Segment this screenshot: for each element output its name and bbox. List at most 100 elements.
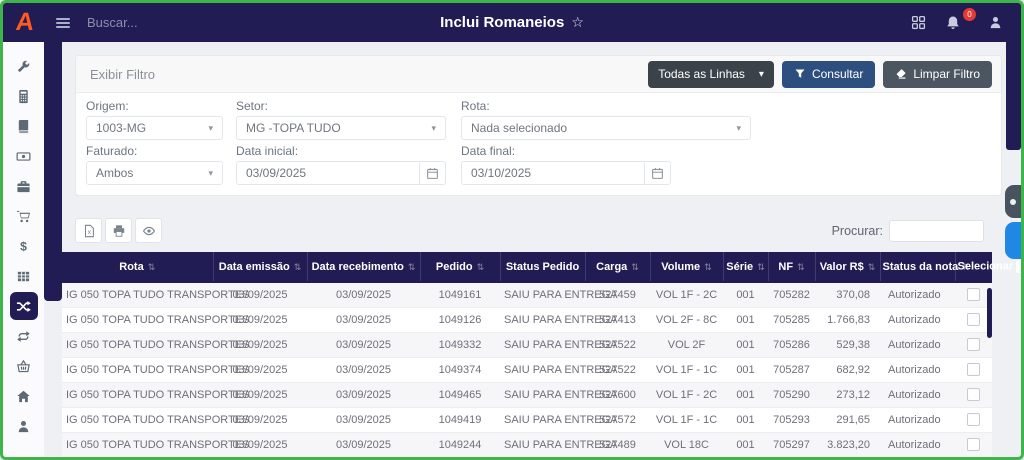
page-title: Inclui Romaneios ☆ bbox=[440, 14, 584, 31]
row-checkbox[interactable] bbox=[967, 388, 980, 401]
sort-icon[interactable]: ⇅ bbox=[148, 262, 156, 272]
apps-grid-icon[interactable] bbox=[911, 15, 926, 30]
sidebar-item-briefcase[interactable] bbox=[10, 172, 38, 200]
select-all-checkbox[interactable] bbox=[1016, 260, 1021, 273]
data-inicial-label: Data inicial: bbox=[236, 144, 446, 158]
notifications-bell-icon[interactable] bbox=[945, 15, 961, 31]
setor-select[interactable]: MG -TOPA TUDO▾ bbox=[236, 116, 446, 140]
table-icon bbox=[16, 269, 31, 284]
col-header-status-nota[interactable]: Status da nota⇅ bbox=[880, 252, 955, 282]
faturado-select[interactable]: Ambos▾ bbox=[86, 161, 223, 185]
col-header-nf[interactable]: NF⇅ bbox=[768, 252, 815, 282]
calendar-icon[interactable] bbox=[419, 162, 445, 184]
calendar-icon[interactable] bbox=[644, 162, 670, 184]
filter-panel: Exibir Filtro Todas as Linhas ▾ Consulta… bbox=[75, 55, 1002, 196]
table-row[interactable]: IG 050 TOPA TUDO TRANSPORTES 03/09/2025 … bbox=[62, 282, 992, 307]
consultar-button[interactable]: Consultar bbox=[782, 61, 875, 88]
export-buttons: x bbox=[75, 218, 162, 243]
chevron-down-icon: ▾ bbox=[208, 168, 213, 179]
chevron-down-icon: ▾ bbox=[736, 123, 741, 134]
sidebar-item-basket[interactable] bbox=[10, 352, 38, 380]
table-row[interactable]: IG 050 TOPA TUDO TRANSPORTES 03/09/2025 … bbox=[62, 407, 992, 432]
chevron-down-icon: ▾ bbox=[431, 123, 436, 134]
column-visibility-button[interactable] bbox=[135, 218, 162, 243]
table-row[interactable]: IG 050 TOPA TUDO TRANSPORTES 03/09/2025 … bbox=[62, 332, 992, 357]
sidebar-item-shuffle[interactable] bbox=[10, 292, 38, 320]
sidebar-item-repeat[interactable] bbox=[10, 322, 38, 350]
app-window: A Buscar... Inclui Romaneios ☆ 0 $ Exibi… bbox=[0, 0, 1024, 460]
wrench-icon bbox=[16, 59, 31, 74]
table-row[interactable]: IG 050 TOPA TUDO TRANSPORTES 03/09/2025 … bbox=[62, 382, 992, 407]
notification-badge: 0 bbox=[963, 8, 976, 21]
sidebar-item-home[interactable] bbox=[10, 382, 38, 410]
table-row[interactable]: IG 050 TOPA TUDO TRANSPORTES 03/09/2025 … bbox=[62, 357, 992, 382]
col-header-volume[interactable]: Volume⇅ bbox=[650, 252, 723, 282]
col-header-data-recebimento[interactable]: Data recebimento⇅ bbox=[307, 252, 420, 282]
sort-icon[interactable]: ⇅ bbox=[477, 262, 485, 272]
col-header-status-pedido[interactable]: Status Pedido bbox=[500, 252, 585, 282]
data-inicial-input[interactable]: 03/09/2025 bbox=[236, 161, 446, 185]
lines-select-value: Todas as Linhas bbox=[658, 67, 745, 81]
export-excel-button[interactable]: x bbox=[75, 218, 102, 243]
rota-select[interactable]: Nada selecionado▾ bbox=[461, 116, 751, 140]
col-header-serie[interactable]: Série⇅ bbox=[723, 252, 768, 282]
favorite-star-icon[interactable]: ☆ bbox=[571, 14, 584, 31]
sidebar-item-wrench[interactable] bbox=[10, 52, 38, 80]
global-search-input[interactable]: Buscar... bbox=[87, 15, 247, 30]
sort-icon[interactable]: ⇅ bbox=[704, 262, 712, 272]
sort-icon[interactable]: ⇅ bbox=[868, 262, 876, 272]
lines-select[interactable]: Todas as Linhas ▾ bbox=[648, 61, 774, 88]
col-header-data-emissao[interactable]: Data emissão⇅ bbox=[213, 252, 307, 282]
table-row[interactable]: IG 050 TOPA TUDO TRANSPORTES 03/09/2025 … bbox=[62, 432, 992, 457]
col-header-carga[interactable]: Carga⇅ bbox=[585, 252, 650, 282]
user-profile-icon[interactable] bbox=[988, 15, 1003, 30]
row-checkbox[interactable] bbox=[967, 313, 980, 326]
sidebar-item-money-bill[interactable] bbox=[10, 142, 38, 170]
page-scrollbar-thumb[interactable] bbox=[1006, 42, 1021, 150]
briefcase-icon bbox=[16, 179, 31, 194]
table-search: Procurar: bbox=[832, 220, 984, 242]
origem-select[interactable]: 1003-MG▾ bbox=[86, 116, 223, 140]
sort-icon[interactable]: ⇅ bbox=[797, 262, 805, 272]
cart-icon bbox=[16, 209, 31, 224]
money-bill-icon bbox=[16, 149, 31, 164]
sidebar-item-book[interactable] bbox=[10, 112, 38, 140]
filter-panel-title[interactable]: Exibir Filtro bbox=[90, 67, 155, 82]
sort-icon[interactable]: ⇅ bbox=[408, 262, 416, 272]
row-checkbox[interactable] bbox=[967, 288, 980, 301]
sort-icon[interactable]: ⇅ bbox=[631, 262, 639, 272]
eraser-icon bbox=[895, 68, 907, 80]
table-row[interactable]: IG 050 TOPA TUDO TRANSPORTES 03/09/2025 … bbox=[62, 307, 992, 332]
page-title-text: Inclui Romaneios bbox=[440, 14, 564, 31]
row-checkbox[interactable] bbox=[967, 413, 980, 426]
col-header-selecionar[interactable]: Selecionar bbox=[955, 252, 992, 282]
sidebar-item-person[interactable] bbox=[10, 412, 38, 440]
sort-icon[interactable]: ⇅ bbox=[294, 262, 302, 272]
col-header-rota[interactable]: Rota⇅ bbox=[62, 252, 213, 282]
col-header-valor[interactable]: Valor R$⇅ bbox=[815, 252, 880, 282]
table-search-input[interactable] bbox=[889, 220, 984, 242]
print-button[interactable] bbox=[105, 218, 132, 243]
sidebar-item-calculator[interactable] bbox=[10, 82, 38, 110]
sidebar-item-cart[interactable] bbox=[10, 202, 38, 230]
row-checkbox[interactable] bbox=[967, 338, 980, 351]
sidebar-item-dollar[interactable]: $ bbox=[10, 232, 38, 260]
row-checkbox[interactable] bbox=[967, 438, 980, 451]
svg-text:x: x bbox=[87, 229, 91, 236]
data-final-input[interactable]: 03/10/2025 bbox=[461, 161, 671, 185]
row-checkbox[interactable] bbox=[967, 363, 980, 376]
table-scrollbar-thumb[interactable] bbox=[987, 288, 992, 338]
home-icon bbox=[16, 389, 31, 404]
app-logo[interactable]: A bbox=[1, 3, 49, 42]
limpar-filtro-button[interactable]: Limpar Filtro bbox=[883, 61, 992, 88]
col-header-pedido[interactable]: Pedido⇅ bbox=[420, 252, 500, 282]
side-tab-help[interactable] bbox=[1005, 222, 1021, 259]
menu-toggle-icon[interactable] bbox=[55, 15, 71, 31]
sort-icon[interactable]: ⇅ bbox=[757, 262, 765, 272]
setor-label: Setor: bbox=[236, 99, 446, 113]
sidebar-item-table[interactable] bbox=[10, 262, 38, 290]
top-header: A Buscar... Inclui Romaneios ☆ 0 bbox=[3, 3, 1021, 42]
side-tab-support[interactable] bbox=[1005, 185, 1021, 218]
sort-icon[interactable]: ⇅ bbox=[962, 262, 970, 272]
data-final-label: Data final: bbox=[461, 144, 671, 158]
